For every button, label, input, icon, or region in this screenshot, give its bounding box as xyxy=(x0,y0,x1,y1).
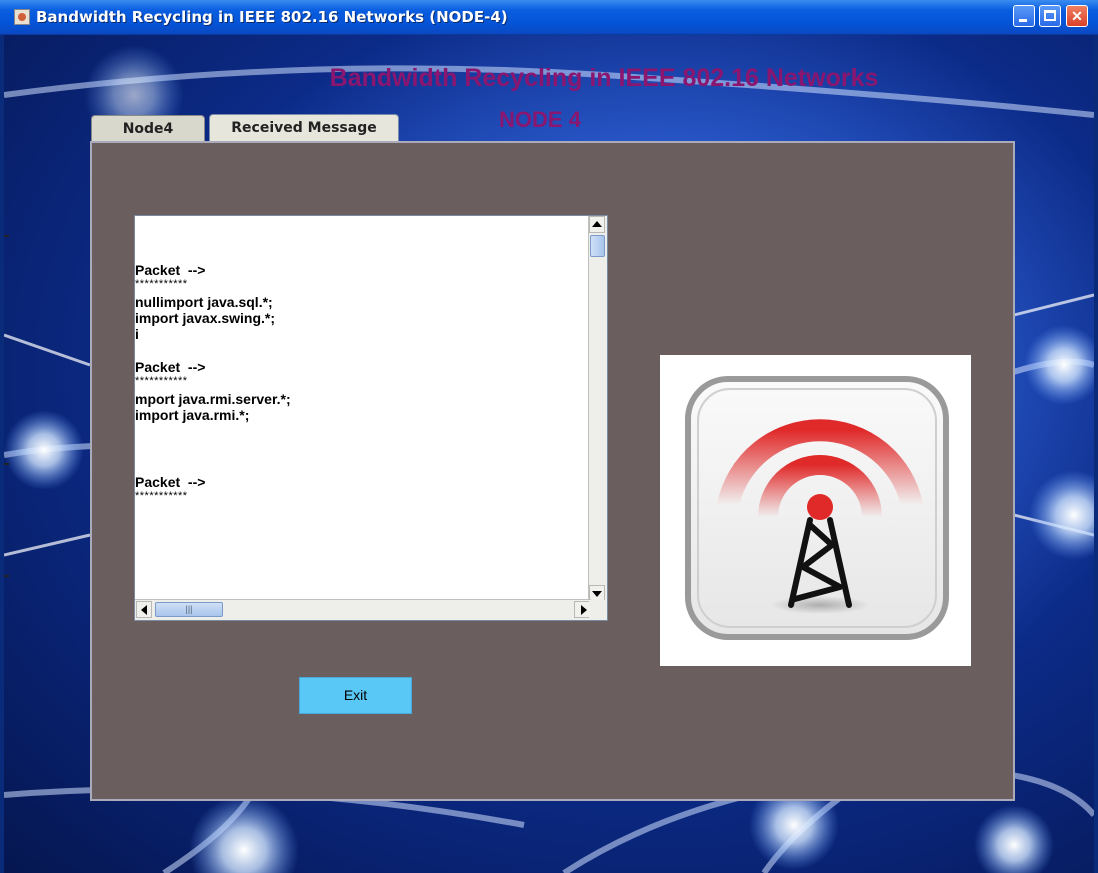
scroll-left-button[interactable] xyxy=(136,601,152,618)
tab-received-message[interactable]: Received Message xyxy=(209,114,399,141)
edge-mark xyxy=(4,235,9,237)
page-title: Bandwidth Recycling in IEEE 802.16 Netwo… xyxy=(329,64,879,92)
maximize-icon xyxy=(1044,10,1056,21)
wireless-image xyxy=(660,355,971,666)
close-button[interactable]: ✕ xyxy=(1066,5,1088,27)
arrow-right-icon xyxy=(581,605,587,615)
close-icon: ✕ xyxy=(1071,8,1083,24)
maximize-button[interactable] xyxy=(1039,5,1061,27)
message-line: *********** xyxy=(135,375,188,387)
message-line: Packet --> xyxy=(135,262,206,278)
exit-button[interactable]: Exit xyxy=(299,677,412,714)
horizontal-scrollbar[interactable]: ||| xyxy=(135,599,591,620)
message-line: import java.rmi.*; xyxy=(135,407,250,423)
message-line: *********** xyxy=(135,278,188,290)
vertical-scrollbar[interactable] xyxy=(588,216,607,602)
wireless-tower-icon xyxy=(685,376,949,640)
edge-mark xyxy=(4,463,9,465)
message-line: nullimport java.sql.*; xyxy=(135,294,273,310)
received-message-panel: Packet --> *********** nullimport java.sql… xyxy=(90,141,1015,801)
scroll-up-button[interactable] xyxy=(589,216,605,233)
message-line xyxy=(135,423,583,440)
message-text: Packet --> *********** nullimport java.sql… xyxy=(135,262,583,506)
arrow-left-icon xyxy=(141,605,147,615)
horizontal-scroll-thumb[interactable]: ||| xyxy=(155,602,223,617)
window-title: Bandwidth Recycling in IEEE 802.16 Netwo… xyxy=(36,8,508,26)
message-line: Packet --> xyxy=(135,359,206,375)
message-line: mport java.rmi.server.*; xyxy=(135,391,291,407)
tab-node4[interactable]: Node4 xyxy=(91,115,205,141)
arrow-up-icon xyxy=(592,221,602,227)
message-line: i xyxy=(135,326,139,342)
arrow-down-icon xyxy=(592,591,602,597)
title-bar: Bandwidth Recycling in IEEE 802.16 Netwo… xyxy=(0,0,1098,35)
minimize-icon xyxy=(1019,19,1027,22)
java-app-icon xyxy=(14,9,30,25)
message-line: *********** xyxy=(135,490,188,502)
message-line xyxy=(135,440,583,457)
window-content: Bandwidth Recycling in IEEE 802.16 Netwo… xyxy=(4,35,1094,873)
scroll-right-button[interactable] xyxy=(574,601,590,618)
message-line: import javax.swing.*; xyxy=(135,310,276,326)
minimize-button[interactable] xyxy=(1013,5,1035,27)
message-line: Packet --> xyxy=(135,474,206,490)
edge-mark xyxy=(4,575,9,577)
message-text-area[interactable]: Packet --> *********** nullimport java.sql… xyxy=(134,215,608,621)
message-line xyxy=(135,342,583,359)
scroll-corner xyxy=(589,600,607,620)
vertical-scroll-thumb[interactable] xyxy=(590,235,605,257)
message-line xyxy=(135,457,583,474)
